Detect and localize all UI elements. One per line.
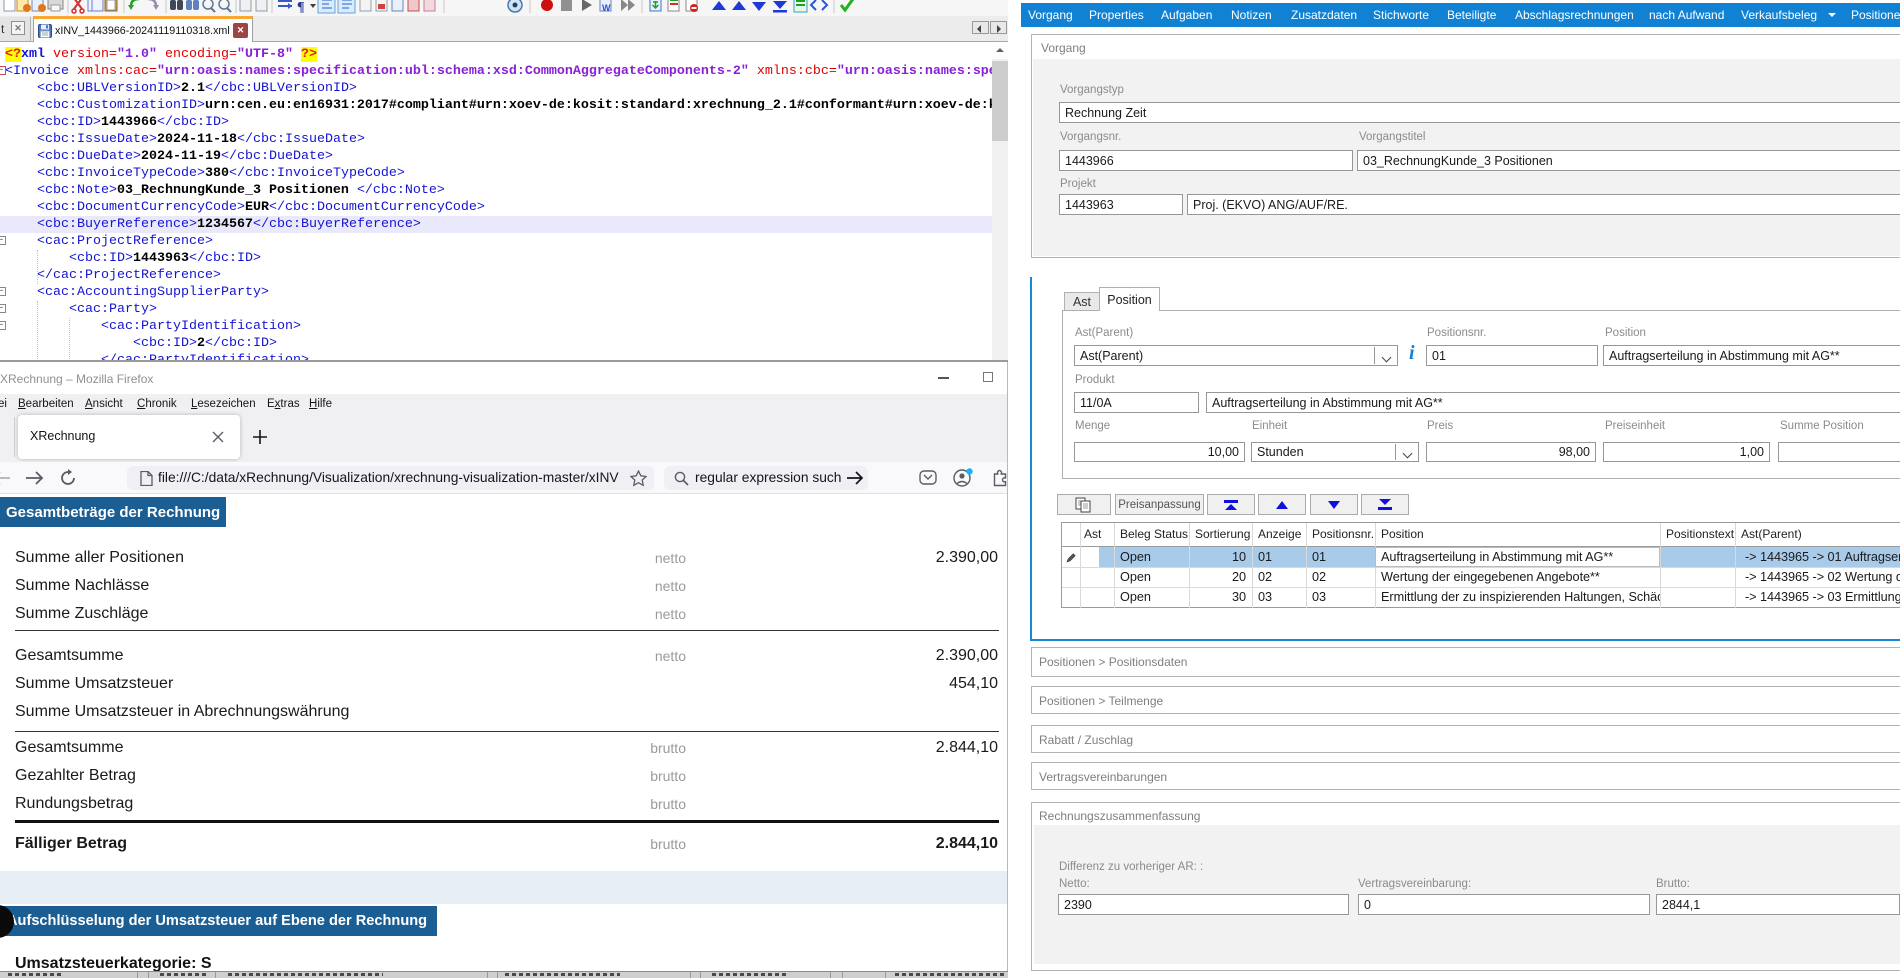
svg-text:¶: ¶ [297,0,305,15]
svg-text:W: W [602,3,611,13]
